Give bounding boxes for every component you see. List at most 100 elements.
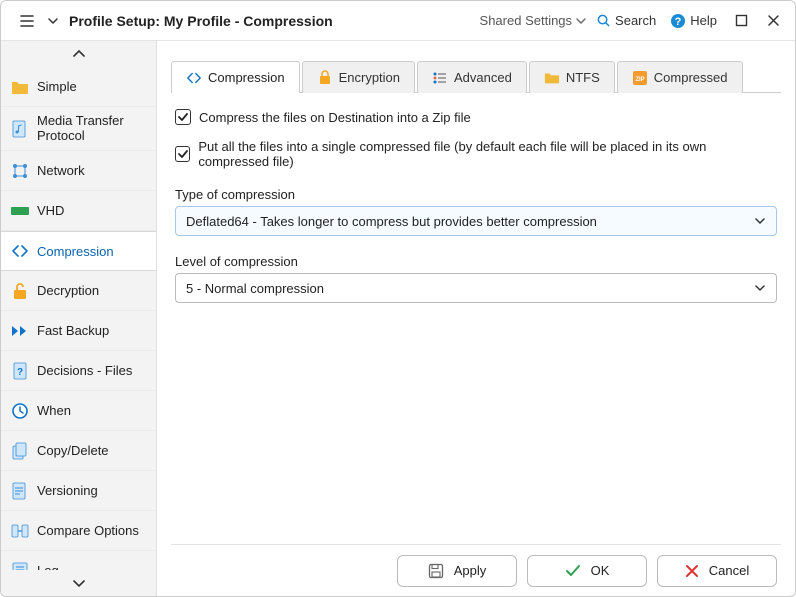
versioning-icon [11,482,29,500]
log-icon [11,562,29,571]
tab-label: Advanced [454,70,512,85]
single-file-checkbox-label: Put all the files into a single compress… [198,139,777,169]
check-icon [565,564,581,578]
sidebar-item-log[interactable]: Log [1,551,156,570]
sidebar-item-label: Copy/Delete [37,443,109,458]
tab-compressed[interactable]: ZIP Compressed [617,61,743,93]
compare-icon [11,522,29,540]
sidebar-item-label: Fast Backup [37,323,109,338]
tab-compression[interactable]: Compression [171,61,300,93]
sidebar-item-vhd[interactable]: VHD [1,191,156,231]
compress-checkbox-label: Compress the files on Destination into a… [199,110,471,125]
ok-button[interactable]: OK [527,555,647,587]
select-value: Deflated64 - Takes longer to compress bu… [186,214,597,229]
close-icon [685,564,699,578]
tab-label: Compression [208,70,285,85]
tab-bar: Compression Encryption Advanced NTFS ZIP… [171,47,781,93]
folder-icon [11,78,29,96]
svg-text:?: ? [675,16,682,28]
compress-checkbox-row: Compress the files on Destination into a… [175,109,777,125]
save-icon [428,563,444,579]
shared-settings-label: Shared Settings [480,13,573,28]
search-label: Search [615,13,656,28]
titlebar: Profile Setup: My Profile - Compression … [1,1,795,41]
sidebar-item-label: Decisions - Files [37,363,132,378]
network-icon [11,162,29,180]
chevron-down-icon [754,215,766,227]
single-file-checkbox-row: Put all the files into a single compress… [175,139,777,169]
tab-label: Compressed [654,70,728,85]
search-icon [596,13,611,28]
folder-icon [544,70,560,86]
sidebar-item-label: Compression [37,244,114,259]
sidebar-item-when[interactable]: When [1,391,156,431]
sidebar-item-media-transfer[interactable]: Media Transfer Protocol [1,107,156,151]
shared-settings-button[interactable]: Shared Settings [480,13,587,28]
button-label: Cancel [709,563,749,578]
level-of-compression-label: Level of compression [175,254,777,269]
sidebar-item-label: Compare Options [37,523,139,538]
sidebar-scroll-up[interactable] [1,41,156,67]
sidebar-item-label: Log [37,563,59,570]
button-label: Apply [454,563,487,578]
svg-text:?: ? [17,367,23,378]
compress-checkbox[interactable] [175,109,191,125]
window: Profile Setup: My Profile - Compression … [0,0,796,597]
sidebar-item-label: Simple [37,79,77,94]
copy-icon [11,442,29,460]
sidebar-item-label: Decryption [37,283,99,298]
lock-icon [317,70,333,86]
sidebar-item-versioning[interactable]: Versioning [1,471,156,511]
compress-icon [11,242,29,260]
unlock-icon [11,282,29,300]
tab-encryption[interactable]: Encryption [302,61,415,93]
music-file-icon [11,120,29,138]
type-of-compression-select[interactable]: Deflated64 - Takes longer to compress bu… [175,206,777,236]
sidebar-item-decryption[interactable]: Decryption [1,271,156,311]
cancel-button[interactable]: Cancel [657,555,777,587]
sidebar-scroll-down[interactable] [1,570,156,596]
sidebar-item-label: Network [37,163,85,178]
sidebar-item-simple[interactable]: Simple [1,67,156,107]
chevron-down-icon[interactable] [43,5,63,37]
sidebar-item-copy-delete[interactable]: Copy/Delete [1,431,156,471]
sidebar-item-network[interactable]: Network [1,151,156,191]
sidebar-item-label: When [37,403,71,418]
sidebar-item-label: Versioning [37,483,98,498]
tab-label: NTFS [566,70,600,85]
sidebar-item-fast-backup[interactable]: Fast Backup [1,311,156,351]
sidebar-item-decisions-files[interactable]: ? Decisions - Files [1,351,156,391]
help-label: Help [690,13,717,28]
drive-icon [11,202,29,220]
sidebar-item-label: Media Transfer Protocol [37,114,146,144]
apply-button[interactable]: Apply [397,555,517,587]
close-button[interactable] [757,5,789,37]
button-label: OK [591,563,610,578]
sidebar-item-label: VHD [37,203,64,218]
tab-content: Compress the files on Destination into a… [171,93,781,303]
sidebar-item-compare-options[interactable]: Compare Options [1,511,156,551]
maximize-button[interactable] [725,5,757,37]
clock-icon [11,402,29,420]
compress-icon [186,70,202,86]
tab-advanced[interactable]: Advanced [417,61,527,93]
list-icon [432,70,448,86]
footer-buttons: Apply OK Cancel [171,544,781,596]
sidebar-item-compression[interactable]: Compression [1,231,156,271]
search-button[interactable]: Search [596,13,656,28]
sidebar: Simple Media Transfer Protocol Network V… [1,41,157,596]
main-panel: Compression Encryption Advanced NTFS ZIP… [157,41,795,596]
hamburger-menu-button[interactable] [11,5,43,37]
tab-ntfs[interactable]: NTFS [529,61,615,93]
sidebar-items: Simple Media Transfer Protocol Network V… [1,67,156,570]
tab-label: Encryption [339,70,400,85]
zip-icon: ZIP [632,70,648,86]
select-value: 5 - Normal compression [186,281,324,296]
help-button[interactable]: ? Help [670,13,717,29]
question-file-icon: ? [11,362,29,380]
level-of-compression-select[interactable]: 5 - Normal compression [175,273,777,303]
window-body: Simple Media Transfer Protocol Network V… [1,41,795,596]
single-file-checkbox[interactable] [175,146,190,162]
type-of-compression-label: Type of compression [175,187,777,202]
svg-text:ZIP: ZIP [635,77,644,83]
